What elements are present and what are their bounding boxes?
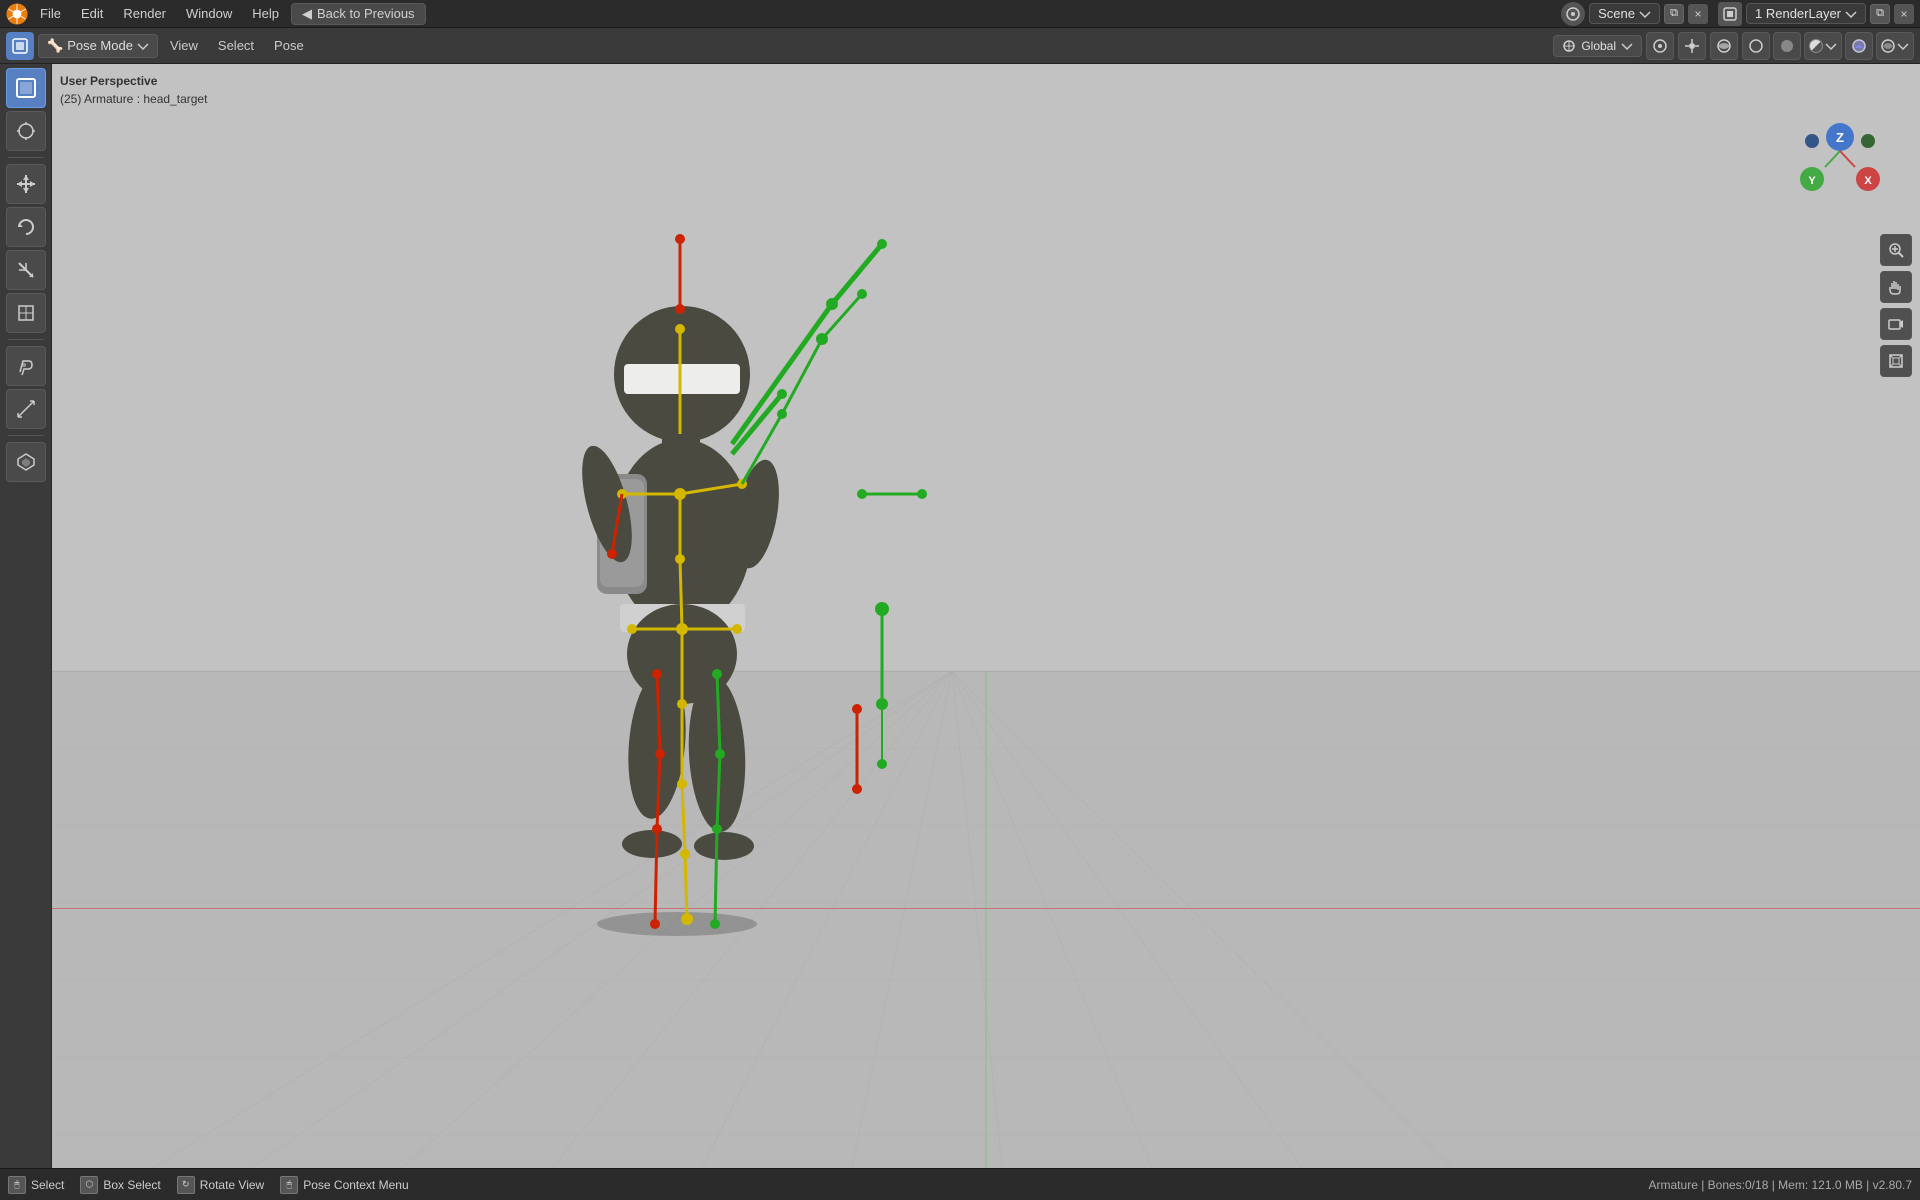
annotate-tool-btn[interactable] [6,346,46,386]
render-layer-selector[interactable]: 1 RenderLayer [1746,3,1866,24]
menu-view[interactable]: View [162,35,206,56]
viewport[interactable]: User Perspective (25) Armature : head_ta… [52,64,1920,1168]
transform-orientation-btn[interactable]: Global [1553,35,1642,57]
mouse-right-icon: 🖱 [280,1176,298,1194]
select-tool-btn[interactable] [6,68,46,108]
menu-select[interactable]: Select [210,35,262,56]
back-arrow-icon: ◀ [302,6,312,22]
hand-pan-btn[interactable] [1880,271,1912,303]
solid-btn[interactable] [1773,32,1801,60]
menu-pose[interactable]: Pose [266,35,312,56]
mode-icon [6,32,34,60]
perspective-label: User Perspective [60,72,207,90]
svg-text:Z: Z [1836,130,1844,145]
pose-context-hint: 🖱 Pose Context Menu [280,1176,408,1194]
svg-text:Y: Y [1808,175,1816,187]
ortho-persp-btn[interactable] [1880,345,1912,377]
custom-tool-btn[interactable] [6,442,46,482]
select-hint: 🖱 Select [8,1176,64,1194]
scene-selector[interactable]: Scene [1589,3,1660,24]
blender-logo[interactable] [6,3,28,25]
viewport-options-btn[interactable] [1876,32,1914,60]
rotate-view-hint: ↻ Rotate View [177,1176,264,1194]
svg-text:X: X [1864,175,1872,187]
pose-mode-selector[interactable]: 🦴 Pose Mode [38,34,158,58]
pose-mode-icon: 🦴 [47,38,63,54]
main-area: User Perspective (25) Armature : head_ta… [0,64,1920,1168]
overlays-btn[interactable] [1710,32,1738,60]
cursor-tool-btn[interactable] [6,111,46,151]
lookdev-btn[interactable] [1804,32,1842,60]
scene-icon-btn[interactable] [1561,2,1585,26]
zoom-btn[interactable] [1880,234,1912,266]
box-select-hint: ⬡ Box Select [80,1176,160,1194]
mouse-middle-icon: ⬡ [80,1176,98,1194]
render-layer-label: 1 RenderLayer [1755,6,1841,21]
scene-close-btn[interactable]: × [1688,4,1708,24]
mouse-left-icon: 🖱 [8,1176,26,1194]
wireframe-btn[interactable] [1742,32,1770,60]
render-layer-copy-btn[interactable]: ⧉ [1870,4,1890,24]
viewport-right-icons [1880,234,1912,377]
bottom-bar: 🖱 Select ⬡ Box Select ↻ Rotate View 🖱 Po… [0,1168,1920,1200]
top-bar: File Edit Render Window Help ◀ Back to P… [0,0,1920,28]
measure-tool-btn[interactable] [6,389,46,429]
render-icon-btn[interactable] [1718,2,1742,26]
menu-file[interactable]: File [32,4,69,23]
camera-persp-btn[interactable] [1880,308,1912,340]
menu-window[interactable]: Window [178,4,240,23]
status-bar: Armature | Bones:0/18 | Mem: 121.0 MB | … [1649,1178,1912,1192]
toolbar2: 🦴 Pose Mode View Select Pose Global [0,28,1920,64]
menu-render[interactable]: Render [115,4,174,23]
snap-btn[interactable] [1678,32,1706,60]
menu-help[interactable]: Help [244,4,287,23]
viewport-label: User Perspective (25) Armature : head_ta… [60,72,207,108]
mouse-drag-icon: ↻ [177,1176,195,1194]
menu-edit[interactable]: Edit [73,4,111,23]
proportional-edit-btn[interactable] [1646,32,1674,60]
scene-copy-btn[interactable]: ⧉ [1664,4,1684,24]
transform-label: Global [1581,39,1616,53]
rendered-btn[interactable] [1845,32,1873,60]
axes-widget[interactable]: Z Y X [1790,119,1890,219]
back-button-label: Back to Previous [317,6,415,21]
scale-tool-btn[interactable] [6,250,46,290]
pose-mode-label: Pose Mode [67,38,133,53]
scene-label: Scene [1598,6,1635,21]
render-layer-close-btn[interactable]: × [1894,4,1914,24]
move-tool-btn[interactable] [6,164,46,204]
armature-label: (25) Armature : head_target [60,90,207,108]
viewport-grid [52,64,1920,1168]
rotate-tool-btn[interactable] [6,207,46,247]
character-figure [402,164,952,944]
transform-tool-btn[interactable] [6,293,46,333]
left-sidebar [0,64,52,1168]
back-to-previous-button[interactable]: ◀ Back to Previous [291,3,426,25]
